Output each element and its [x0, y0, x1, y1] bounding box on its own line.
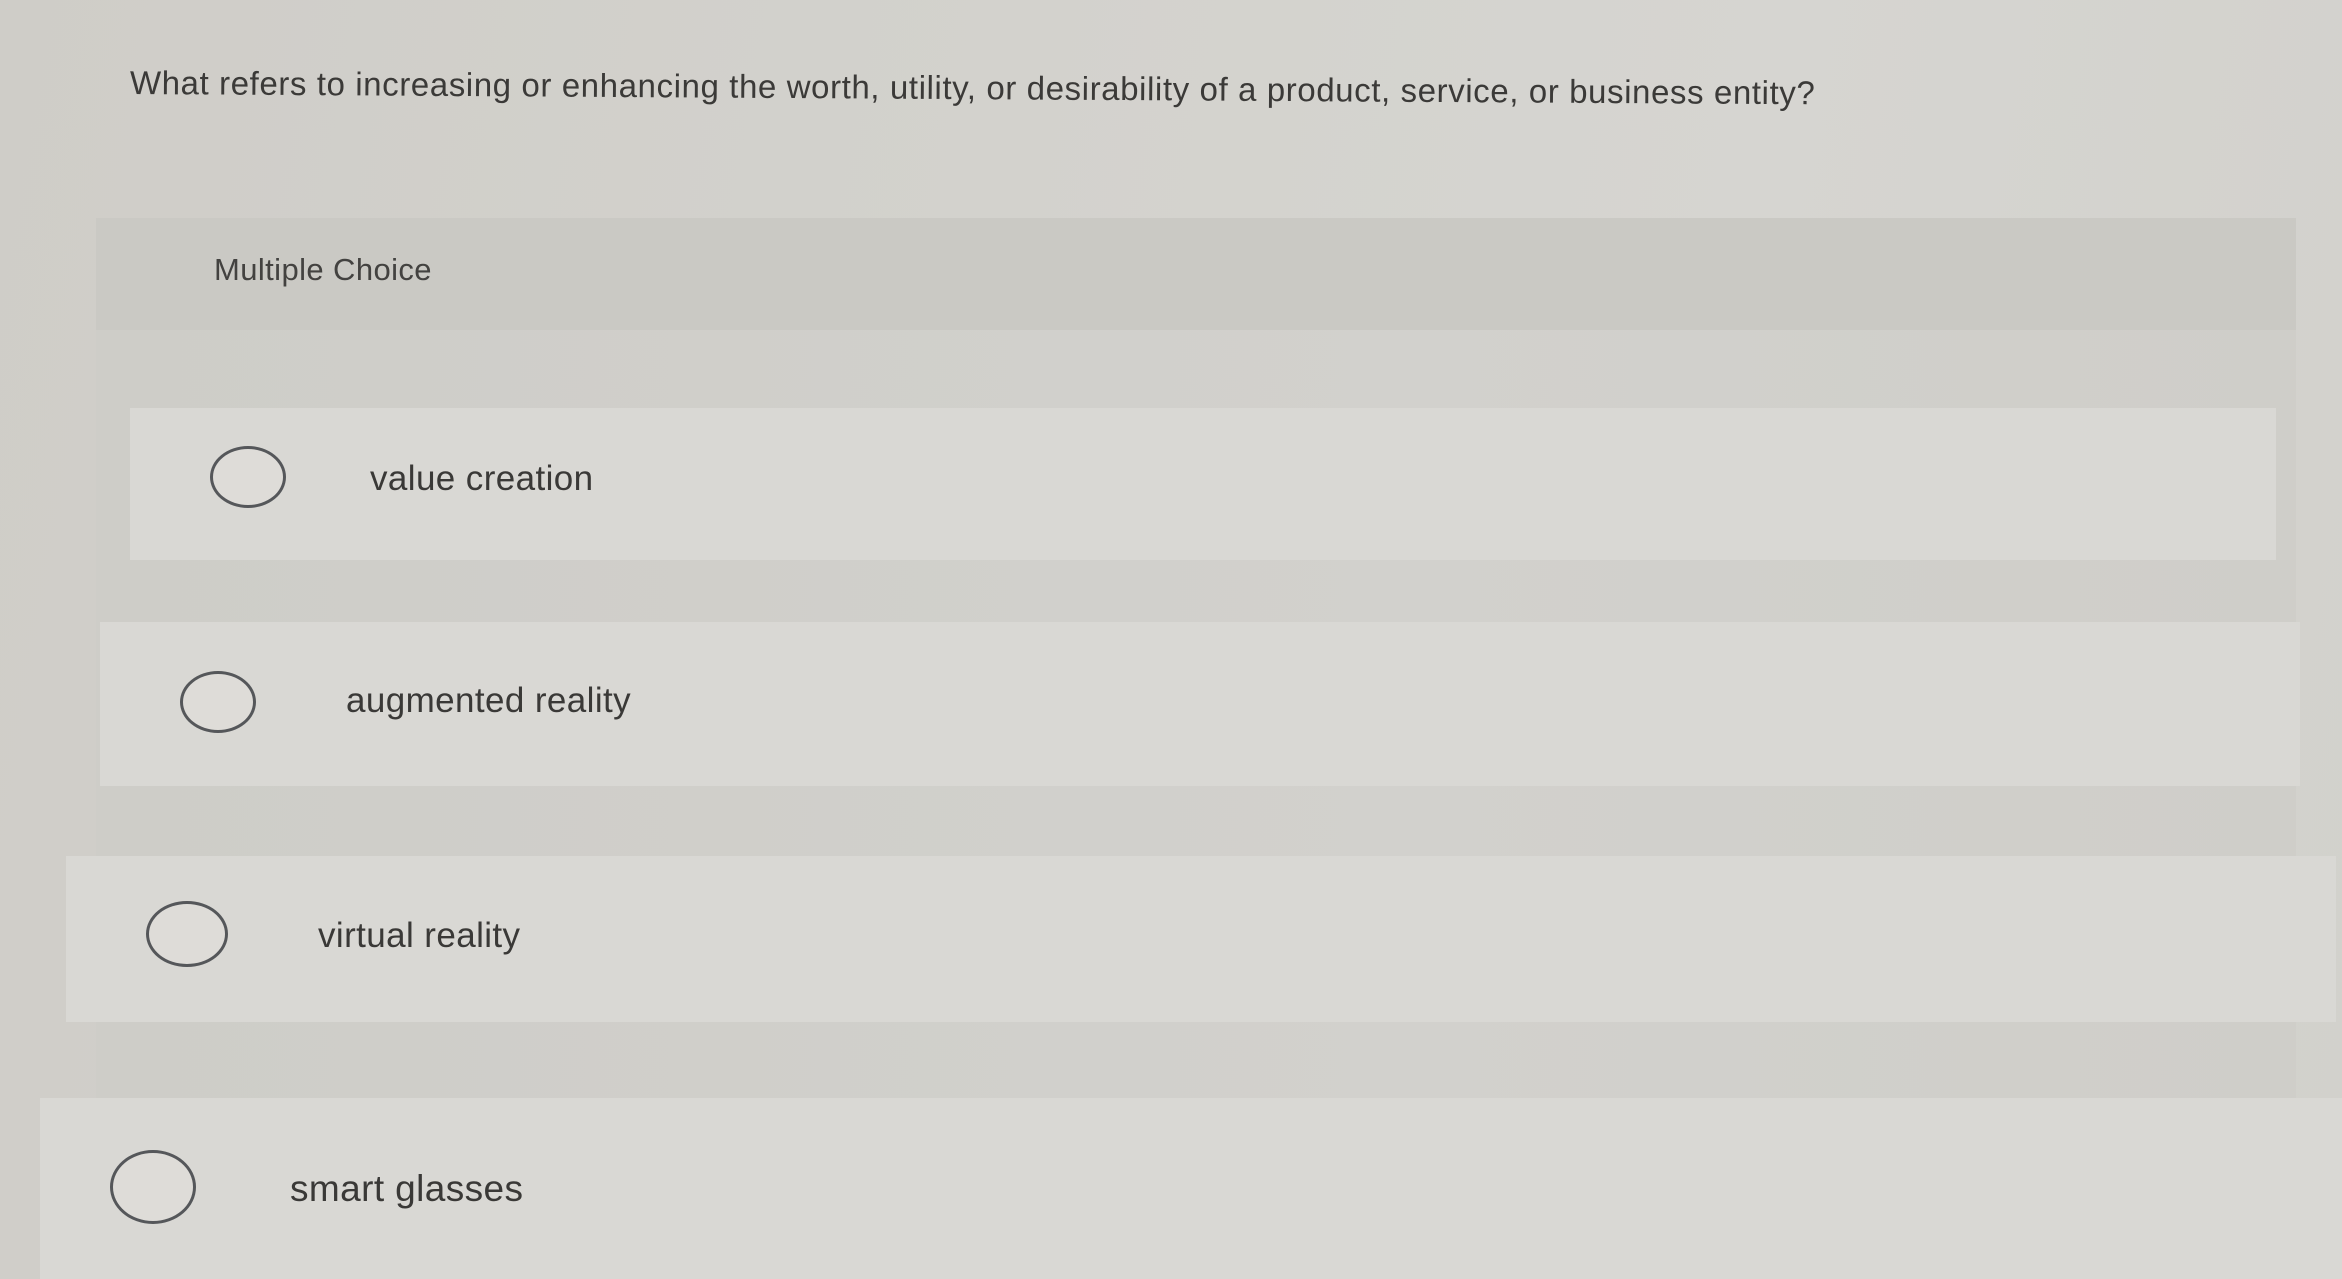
option-label-value-creation[interactable]: value creation [370, 459, 594, 499]
radio-button-augmented-reality[interactable] [180, 671, 256, 733]
question-text: What refers to increasing or enhancing t… [129, 64, 1816, 112]
multiple-choice-label: Multiple Choice [214, 252, 432, 287]
option-label-virtual-reality[interactable]: virtual reality [318, 916, 520, 956]
radio-button-virtual-reality[interactable] [146, 901, 228, 967]
radio-button-smart-glasses[interactable] [110, 1150, 196, 1224]
quiz-page: What refers to increasing or enhancing t… [0, 0, 2342, 1279]
option-label-augmented-reality[interactable]: augmented reality [346, 681, 631, 721]
radio-button-value-creation[interactable] [210, 446, 286, 508]
option-label-smart-glasses[interactable]: smart glasses [290, 1168, 523, 1210]
